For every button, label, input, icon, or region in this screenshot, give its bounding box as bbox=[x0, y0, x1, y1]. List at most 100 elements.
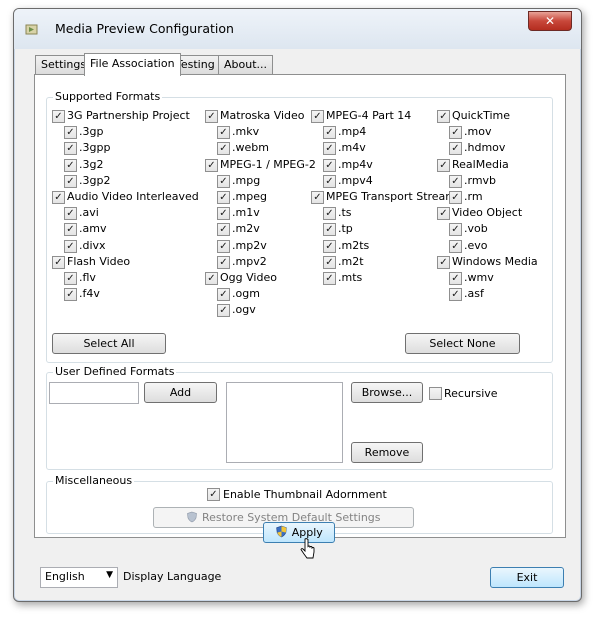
format-ext-checkbox-3gpp[interactable]: ✓ bbox=[64, 142, 77, 156]
checkmark-icon: ✓ bbox=[66, 143, 75, 155]
format-ext-checkbox-m2v[interactable]: ✓ bbox=[217, 223, 230, 237]
checkmark-icon: ✓ bbox=[219, 127, 228, 139]
format-label: .vob bbox=[464, 222, 488, 236]
apply-button[interactable]: Apply bbox=[263, 522, 335, 543]
format-ext-checkbox-mp4[interactable]: ✓ bbox=[323, 126, 336, 140]
checkmark-icon: ✓ bbox=[325, 127, 334, 139]
format-ext-checkbox-hdmov[interactable]: ✓ bbox=[449, 142, 462, 156]
format-input[interactable] bbox=[49, 382, 139, 404]
close-button[interactable]: ✕ bbox=[528, 11, 572, 31]
format-ext-checkbox-3g2[interactable]: ✓ bbox=[64, 158, 77, 172]
checkmark-icon: ✓ bbox=[325, 143, 334, 155]
checkmark-icon: ✓ bbox=[219, 224, 228, 236]
recursive-checkbox[interactable] bbox=[429, 387, 442, 400]
select-all-button[interactable]: Select All bbox=[52, 333, 166, 354]
format-group-checkbox-audio-video-interleaved[interactable]: ✓ bbox=[52, 191, 65, 204]
format-ext-checkbox-mp4v[interactable]: ✓ bbox=[323, 158, 336, 172]
app-window: Media Preview Configuration ✕ Settings F… bbox=[13, 8, 582, 602]
format-ext-checkbox-flv[interactable]: ✓ bbox=[64, 272, 77, 285]
format-group-checkbox-ogg-video[interactable]: ✓ bbox=[205, 272, 218, 285]
checkmark-icon: ✓ bbox=[219, 256, 228, 268]
format-ext-checkbox-avi[interactable]: ✓ bbox=[64, 207, 77, 221]
tab-about[interactable]: About... bbox=[218, 55, 274, 74]
checkmark-icon: ✓ bbox=[325, 240, 334, 252]
format-ext-checkbox-rm[interactable]: ✓ bbox=[449, 191, 462, 204]
format-ext-checkbox-wmv[interactable]: ✓ bbox=[449, 272, 462, 285]
formats-list[interactable] bbox=[226, 382, 343, 463]
format-group-checkbox-3g-partnership-project[interactable]: ✓ bbox=[52, 110, 65, 123]
format-ext-checkbox-m1v[interactable]: ✓ bbox=[217, 207, 230, 221]
format-label: .ogv bbox=[232, 303, 256, 317]
format-group-checkbox-flash-video[interactable]: ✓ bbox=[52, 255, 65, 269]
format-ext-checkbox-mp2v[interactable]: ✓ bbox=[217, 239, 230, 253]
format-label: .rmvb bbox=[464, 173, 497, 187]
format-label: .m2t bbox=[338, 254, 364, 268]
format-ext-checkbox-ogv[interactable]: ✓ bbox=[217, 304, 230, 318]
checkmark-icon: ✓ bbox=[66, 159, 75, 171]
format-label: .3gp2 bbox=[79, 173, 111, 187]
format-ext-checkbox-amv[interactable]: ✓ bbox=[64, 223, 77, 237]
format-label: .wmv bbox=[464, 271, 494, 284]
format-ext-checkbox-mpeg[interactable]: ✓ bbox=[217, 191, 230, 204]
format-ext-checkbox-rmvb[interactable]: ✓ bbox=[449, 174, 462, 188]
format-ext-checkbox-mov[interactable]: ✓ bbox=[449, 126, 462, 140]
format-ext-checkbox-vob[interactable]: ✓ bbox=[449, 223, 462, 237]
language-dropdown[interactable]: English ▼ bbox=[40, 567, 118, 588]
remove-button[interactable]: Remove bbox=[351, 442, 423, 463]
format-label: MPEG-1 / MPEG-2 bbox=[220, 157, 316, 171]
tab-file-association[interactable]: File Association bbox=[84, 53, 181, 76]
select-none-button[interactable]: Select None bbox=[405, 333, 520, 354]
checkmark-icon: ✓ bbox=[54, 256, 63, 268]
format-ext-checkbox-mpv2[interactable]: ✓ bbox=[217, 255, 230, 269]
format-group-checkbox-mpeg-1-mpeg-2[interactable]: ✓ bbox=[205, 158, 218, 172]
checkmark-icon: ✓ bbox=[451, 224, 460, 236]
format-label: .avi bbox=[79, 206, 99, 220]
format-ext-checkbox-mts[interactable]: ✓ bbox=[323, 272, 336, 285]
checkmark-icon: ✓ bbox=[219, 289, 228, 301]
format-ext-checkbox-m2t[interactable]: ✓ bbox=[323, 255, 336, 269]
format-ext-checkbox-3gp[interactable]: ✓ bbox=[64, 126, 77, 140]
format-ext-checkbox-3gp2[interactable]: ✓ bbox=[64, 174, 77, 188]
title-bar: Media Preview Configuration ✕ bbox=[14, 9, 581, 49]
format-group-checkbox-mpeg-4-part-14[interactable]: ✓ bbox=[311, 110, 324, 123]
format-group-checkbox-realmedia[interactable]: ✓ bbox=[437, 158, 450, 172]
format-ext-checkbox-divx[interactable]: ✓ bbox=[64, 239, 77, 253]
checkmark-icon: ✓ bbox=[439, 159, 448, 171]
format-group-checkbox-matroska-video[interactable]: ✓ bbox=[205, 110, 218, 123]
format-ext-checkbox-ogm[interactable]: ✓ bbox=[217, 288, 230, 302]
window-title: Media Preview Configuration bbox=[55, 21, 234, 36]
format-group-checkbox-mpeg-transport-stream[interactable]: ✓ bbox=[311, 191, 324, 204]
format-group-checkbox-video-object[interactable]: ✓ bbox=[437, 207, 450, 221]
thumbnail-checkbox[interactable]: ✓ bbox=[207, 488, 220, 501]
checkmark-icon: ✓ bbox=[451, 192, 460, 203]
format-ext-checkbox-mpg[interactable]: ✓ bbox=[217, 174, 230, 188]
format-ext-checkbox-tp[interactable]: ✓ bbox=[323, 223, 336, 237]
format-group-checkbox-windows-media[interactable]: ✓ bbox=[437, 255, 450, 269]
format-ext-checkbox-mkv[interactable]: ✓ bbox=[217, 126, 230, 140]
checkmark-icon: ✓ bbox=[325, 273, 334, 284]
format-label: .3gpp bbox=[79, 141, 111, 155]
format-ext-checkbox-asf[interactable]: ✓ bbox=[449, 288, 462, 302]
format-ext-checkbox-f4v[interactable]: ✓ bbox=[64, 288, 77, 302]
format-ext-checkbox-ts[interactable]: ✓ bbox=[323, 207, 336, 221]
file-association-panel: Supported Formats ✓ 3G Partnership Projec… bbox=[34, 74, 566, 538]
format-label: Video Object bbox=[452, 206, 523, 220]
format-ext-checkbox-webm[interactable]: ✓ bbox=[217, 142, 230, 156]
format-ext-checkbox-evo[interactable]: ✓ bbox=[449, 239, 462, 253]
format-group-checkbox-quicktime[interactable]: ✓ bbox=[437, 110, 450, 123]
checkmark-icon: ✓ bbox=[451, 127, 460, 139]
recursive-label: Recursive bbox=[444, 387, 498, 400]
format-label: .ogm bbox=[232, 287, 260, 301]
exit-button[interactable]: Exit bbox=[490, 567, 564, 588]
checkmark-icon: ✓ bbox=[219, 192, 228, 203]
add-button[interactable]: Add bbox=[144, 382, 217, 403]
checkmark-icon: ✓ bbox=[207, 159, 216, 171]
format-ext-checkbox-m2ts[interactable]: ✓ bbox=[323, 239, 336, 253]
thumbnail-label: Enable Thumbnail Adornment bbox=[223, 488, 387, 501]
format-label: Matroska Video bbox=[220, 109, 305, 122]
browse-button[interactable]: Browse... bbox=[351, 382, 423, 403]
format-label: .hdmov bbox=[464, 141, 506, 155]
format-ext-checkbox-m4v[interactable]: ✓ bbox=[323, 142, 336, 156]
format-ext-checkbox-mpv4[interactable]: ✓ bbox=[323, 174, 336, 188]
shield-icon bbox=[187, 511, 198, 523]
